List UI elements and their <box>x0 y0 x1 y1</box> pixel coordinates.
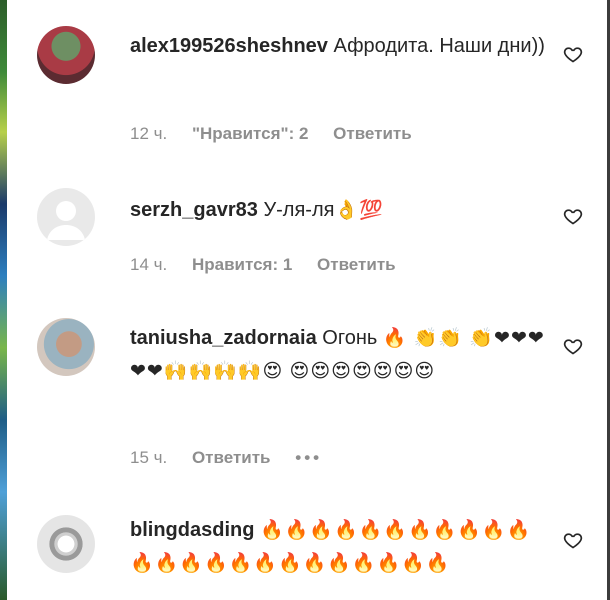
heart-icon[interactable] <box>563 530 583 550</box>
heart-icon[interactable] <box>563 206 583 226</box>
timestamp: 15 ч. <box>130 448 168 467</box>
reply-button[interactable]: Ответить <box>192 448 271 467</box>
comment-body: Огонь <box>322 327 378 349</box>
person-silhouette-icon <box>47 201 85 240</box>
reply-button[interactable]: Ответить <box>333 124 412 143</box>
comment-body: У-ля-ля <box>263 199 335 221</box>
avatar[interactable] <box>37 318 95 376</box>
username[interactable]: blingdasding <box>130 519 254 541</box>
avatar[interactable] <box>37 188 95 246</box>
comment-text: alex199526sheshnev Афродита. Наши дни)) <box>130 30 550 62</box>
comment-text: blingdasding 🔥🔥🔥🔥🔥🔥🔥🔥🔥🔥🔥🔥🔥🔥🔥🔥🔥🔥🔥🔥🔥🔥🔥🔥 <box>130 514 550 584</box>
likes-count[interactable]: Нравится: 1 <box>192 255 292 274</box>
comment-meta: 14 ч. Нравится: 1 Ответить <box>130 255 416 275</box>
reply-button[interactable]: Ответить <box>317 255 396 274</box>
avatar[interactable] <box>37 26 95 84</box>
likes-count[interactable]: "Нравится": 2 <box>192 124 308 143</box>
comment-body: Афродита. Наши дни)) <box>333 35 545 57</box>
comment-text: serzh_gavr83 У-ля-ля👌💯 <box>130 194 550 227</box>
timestamp: 14 ч. <box>130 255 168 274</box>
comment-text: taniusha_zadornaia Огонь 🔥 👏👏 👏❤❤❤❤❤🙌🙌🙌🙌… <box>130 322 550 388</box>
comment-meta: 15 ч. Ответить ••• <box>130 448 342 468</box>
more-options-button[interactable]: ••• <box>295 448 322 467</box>
emoji-run: 👌💯 <box>334 200 384 221</box>
username[interactable]: serzh_gavr83 <box>130 199 258 221</box>
timestamp: 12 ч. <box>130 124 168 143</box>
comment-meta: 12 ч. "Нравится": 2 Ответить <box>130 124 432 144</box>
username[interactable]: alex199526sheshnev <box>130 35 328 57</box>
username[interactable]: taniusha_zadornaia <box>130 327 317 349</box>
background-edge <box>0 0 7 600</box>
heart-icon[interactable] <box>563 44 583 64</box>
avatar[interactable] <box>37 515 95 573</box>
heart-icon[interactable] <box>563 336 583 356</box>
